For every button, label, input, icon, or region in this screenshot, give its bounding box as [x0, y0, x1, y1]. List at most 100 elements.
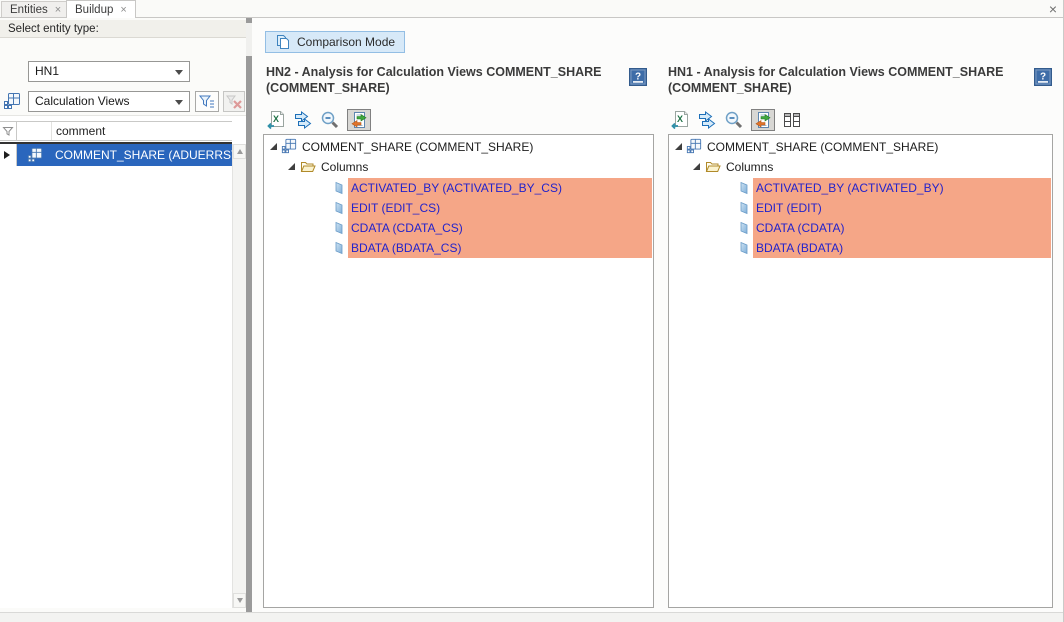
panel-title-left: HN2 - Analysis for Calculation Views COM…	[266, 64, 624, 96]
open-folder-icon	[705, 159, 721, 175]
arrow-up-icon	[237, 149, 243, 154]
zoom-out-icon	[724, 110, 744, 130]
entity-type-select[interactable]: Calculation Views	[28, 91, 190, 112]
main-area: Comparison Mode HN2 - Analysis for Calcu…	[252, 18, 1064, 622]
calculation-view-icon	[281, 138, 297, 154]
tree-column-label[interactable]: CDATA (CDATA_CS)	[351, 218, 463, 238]
panel-toolbar-left: X	[266, 108, 371, 132]
comparison-mode-button[interactable]: Comparison Mode	[265, 31, 405, 53]
tree-node-label[interactable]: COMMENT_SHARE (COMMENT_SHARE)	[302, 137, 533, 157]
tree-node-label[interactable]: COMMENT_SHARE (COMMENT_SHARE)	[707, 137, 938, 157]
compare-highlight-icon	[753, 110, 773, 130]
column-filter-cell[interactable]	[0, 122, 17, 140]
panel-title-left-line1: HN2 - Analysis for Calculation Views COM…	[266, 65, 602, 79]
zoom-out-button[interactable]	[320, 110, 340, 130]
selected-entity-label: COMMENT_SHARE (ADUERRSTEIN_T	[55, 144, 232, 166]
two-documents-icon	[275, 34, 291, 50]
compare-highlight-button[interactable]	[347, 109, 371, 131]
column-icon	[737, 220, 751, 236]
help-button[interactable]: ?	[1034, 68, 1052, 86]
svg-text:X: X	[677, 114, 683, 124]
tree-group-label[interactable]: Columns	[321, 157, 368, 177]
entity-list	[0, 115, 246, 608]
clear-filter-button[interactable]	[223, 91, 245, 112]
close-icon[interactable]: ×	[55, 5, 61, 15]
column-icon	[332, 200, 346, 216]
table-row[interactable]: COMMENT_SHARE (ADUERRSTEIN_T	[0, 142, 232, 166]
column-icon	[332, 240, 346, 256]
tab-entities[interactable]: Entities ×	[1, 1, 70, 17]
compare-highlight-button[interactable]	[751, 109, 775, 131]
export-to-excel-icon: X	[266, 110, 286, 130]
sidebar-scrollbar[interactable]	[232, 144, 246, 608]
calculation-view-icon	[3, 92, 21, 110]
selected-entity-cell[interactable]: COMMENT_SHARE (ADUERRSTEIN_T	[17, 144, 232, 166]
panel-title-right: HN1 - Analysis for Calculation Views COM…	[668, 64, 1026, 96]
system-select-value: HN1	[35, 64, 59, 78]
panel-title-right-line2: (COMMENT_SHARE)	[668, 81, 792, 95]
open-folder-icon	[300, 159, 316, 175]
chevron-down-icon	[175, 100, 183, 105]
entity-grid-header: comment	[0, 121, 232, 141]
tab-buildup[interactable]: Buildup ×	[66, 0, 136, 18]
transfer-results-button[interactable]	[697, 110, 717, 130]
tree-column-label[interactable]: BDATA (BDATA)	[756, 238, 843, 258]
help-button[interactable]: ?	[629, 68, 647, 86]
transfer-results-button[interactable]	[293, 110, 313, 130]
tree-column-label[interactable]: EDIT (EDIT_CS)	[351, 198, 440, 218]
comment-column-header[interactable]: comment	[52, 122, 105, 140]
row-marker-cell	[0, 144, 17, 166]
tree-column-label[interactable]: EDIT (EDIT)	[756, 198, 822, 218]
current-row-arrow-icon	[4, 151, 10, 159]
tab-entities-label: Entities	[10, 4, 48, 16]
expander-icon[interactable]	[693, 163, 700, 170]
svg-text:?: ?	[635, 72, 641, 83]
grid-view-icon	[782, 110, 802, 130]
scroll-up-button[interactable]	[233, 144, 246, 159]
column-icon	[332, 180, 346, 196]
grid-view-button[interactable]	[782, 110, 802, 130]
panel-title-left-line2: (COMMENT_SHARE)	[266, 81, 390, 95]
application-window: Entities × Buildup × × Select entity typ…	[0, 0, 1064, 622]
column-icon	[737, 180, 751, 196]
expander-icon[interactable]	[270, 143, 277, 150]
column-icon	[332, 220, 346, 236]
zoom-out-button[interactable]	[724, 110, 744, 130]
calculation-view-icon	[27, 147, 43, 163]
calculation-view-icon	[686, 138, 702, 154]
comparison-mode-label: Comparison Mode	[297, 35, 395, 49]
panel-title-right-line1: HN1 - Analysis for Calculation Views COM…	[668, 65, 1004, 79]
help-book-icon: ?	[629, 68, 647, 86]
export-to-excel-button[interactable]: X	[266, 110, 286, 130]
column-icon	[737, 200, 751, 216]
filter-button[interactable]	[195, 91, 219, 112]
bottom-edge	[0, 612, 1064, 622]
comparison-tree-left: COMMENT_SHARE (COMMENT_SHARE) Columns AC…	[263, 134, 654, 608]
scroll-down-button[interactable]	[233, 593, 246, 608]
expander-icon[interactable]	[675, 143, 682, 150]
entity-type-select-value: Calculation Views	[35, 94, 130, 108]
tree-column-label[interactable]: ACTIVATED_BY (ACTIVATED_BY_CS)	[351, 178, 562, 198]
tree-column-label[interactable]: ACTIVATED_BY (ACTIVATED_BY)	[756, 178, 944, 198]
panel-toolbar-right: X	[670, 108, 802, 132]
export-to-excel-icon: X	[670, 110, 690, 130]
export-to-excel-button[interactable]: X	[670, 110, 690, 130]
tree-group-label[interactable]: Columns	[726, 157, 773, 177]
system-select[interactable]: HN1	[28, 61, 190, 82]
sidebar: Select entity type: HN1 Calculation View…	[0, 18, 246, 612]
tree-column-label[interactable]: CDATA (CDATA)	[756, 218, 844, 238]
zoom-out-icon	[320, 110, 340, 130]
filter-icon	[2, 125, 14, 137]
expander-icon[interactable]	[288, 163, 295, 170]
column-icon	[737, 240, 751, 256]
svg-text:X: X	[273, 114, 279, 124]
close-icon[interactable]: ×	[1049, 1, 1057, 17]
filter-icon	[197, 92, 217, 112]
icon-column-header	[17, 122, 52, 140]
tree-column-label[interactable]: BDATA (BDATA_CS)	[351, 238, 461, 258]
sidebar-header: Select entity type:	[0, 20, 246, 38]
transfer-results-icon	[697, 110, 717, 130]
close-icon[interactable]: ×	[120, 5, 126, 15]
help-book-icon: ?	[1034, 68, 1052, 86]
svg-text:?: ?	[1040, 72, 1046, 83]
